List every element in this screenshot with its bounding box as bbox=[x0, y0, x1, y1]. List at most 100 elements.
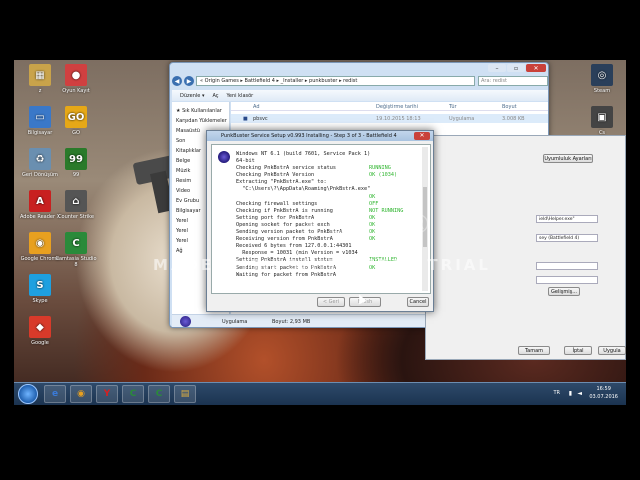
desktop-icon-glyph: ⌂ bbox=[65, 190, 87, 212]
sidebar-item[interactable]: Karşıdan Yüklemeler bbox=[172, 116, 229, 126]
table-row[interactable]: ■ pbsvc 19.10.2015 18:13 Uygulama 3.008 … bbox=[231, 114, 548, 123]
taskbar-button[interactable]: Y bbox=[96, 385, 118, 403]
log-line-status: OK (1034) bbox=[369, 172, 398, 179]
advanced-button[interactable]: Gelişmiş... bbox=[548, 287, 580, 296]
start-in-field[interactable]: sey (Battlefield 4) bbox=[536, 234, 598, 242]
cancel-setup-button[interactable]: Cancel bbox=[407, 297, 429, 307]
maximize-button[interactable]: ▫ bbox=[507, 64, 525, 72]
watermark-logo: ✕ Smith® bbox=[300, 210, 432, 240]
log-line-text: Received 6 bytes from 127.0.0.1:44301 bbox=[236, 243, 352, 250]
log-line-status: OFF bbox=[369, 200, 379, 207]
clock-date: 03.07.2016 bbox=[589, 394, 618, 400]
dropdown-field[interactable] bbox=[536, 262, 598, 270]
desktop-icon-label: Camtasia Studio 8 bbox=[55, 256, 97, 268]
taskbar-button[interactable]: e bbox=[44, 385, 66, 403]
desktop-icon[interactable]: 99 99 bbox=[54, 148, 98, 178]
clock[interactable]: 16:59 03.07.2016 bbox=[589, 385, 618, 401]
desktop-icon-glyph: ▣ bbox=[591, 106, 613, 128]
desktop-icon-glyph: GO bbox=[65, 106, 87, 128]
desktop-icon[interactable]: ◆ Google bbox=[18, 316, 62, 346]
ok-button[interactable]: Tamam bbox=[518, 346, 550, 355]
column-name[interactable]: Ad bbox=[253, 104, 260, 110]
log-line-text: Checking PnkBstrA service status bbox=[236, 165, 336, 172]
log-line-text: Checking firewall settings bbox=[236, 200, 318, 207]
log-line: Checking PnkBstrA service status RUNNING bbox=[236, 165, 416, 172]
desktop-icon-glyph: ◉ bbox=[29, 232, 51, 254]
log-line: Windows NT 6.1 (build 7601, Service Pack… bbox=[236, 151, 416, 158]
column-type[interactable]: Tür bbox=[449, 104, 457, 110]
punkbuster-logo bbox=[218, 151, 230, 163]
desktop-icon-glyph: ● bbox=[65, 64, 87, 86]
desktop-icon[interactable]: S Skype bbox=[18, 274, 62, 304]
desktop-icon-label: Oyun Kayıt bbox=[62, 88, 90, 94]
log-line-text: Windows NT 6.1 (build 7601, Service Pack… bbox=[236, 151, 371, 157]
desktop-icon[interactable]: ▣ Cs bbox=[580, 106, 624, 136]
desktop-icon[interactable]: ⌂ Counter Strike bbox=[54, 190, 98, 220]
network-icon[interactable]: ▮ bbox=[569, 390, 572, 397]
back-button[interactable]: < Geri bbox=[317, 297, 345, 307]
desktop-icon-glyph: A bbox=[29, 190, 51, 212]
details-size: Boyut: 2,93 MB bbox=[272, 319, 311, 325]
file-date: 19.10.2015 18:13 bbox=[376, 116, 421, 122]
taskbar: e ◉ Y C C ▤ TR ▮ ◄ 16:59 03.07.2016 bbox=[14, 382, 626, 405]
log-line-status: OK bbox=[369, 193, 376, 200]
letterbox-top bbox=[0, 0, 640, 60]
desktop-icon[interactable]: ◎ Steam bbox=[580, 64, 624, 94]
minimize-button[interactable]: – bbox=[488, 64, 506, 72]
sidebar-item[interactable]: ★ Sık Kullanılanlar bbox=[172, 106, 229, 116]
target-field[interactable]: ield\Helper.exe" bbox=[536, 215, 598, 223]
run-field[interactable] bbox=[536, 276, 598, 284]
file-name: pbsvc bbox=[253, 116, 268, 122]
log-line: "C:\Users\?\AppData\Roaming\PnkBstrA.exe… bbox=[236, 186, 416, 193]
desktop-icon-glyph: ▭ bbox=[29, 106, 51, 128]
close-button[interactable]: ✕ bbox=[526, 64, 546, 72]
compatibility-settings-tab[interactable]: Uyumluluk Ayarları bbox=[543, 154, 593, 163]
letterbox-bottom bbox=[0, 405, 640, 480]
address-bar[interactable]: « Origin Games ▸ Battlefield 4 ▸ _Instal… bbox=[196, 76, 475, 86]
column-headers: Ad Değiştirme tarihi Tür Boyut bbox=[231, 102, 548, 111]
setup-titlebar[interactable]: PunkBuster Service Setup v0.993 Installi… bbox=[207, 131, 433, 141]
setup-title: PunkBuster Service Setup v0.993 Installi… bbox=[221, 133, 397, 139]
desktop-icon-glyph: 99 bbox=[65, 148, 87, 170]
desktop-icon-glyph: ♻ bbox=[29, 148, 51, 170]
column-size[interactable]: Boyut bbox=[502, 104, 517, 110]
close-icon[interactable]: ✕ bbox=[414, 132, 430, 140]
taskbar-button[interactable]: C bbox=[148, 385, 170, 403]
desktop-icon-glyph: ◆ bbox=[29, 316, 51, 338]
properties-window[interactable]: Uyumluluk Ayarları ield\Helper.exe" sey … bbox=[425, 135, 626, 360]
desktop-icon-label: 99 bbox=[72, 172, 80, 178]
language-indicator[interactable]: TR bbox=[553, 390, 560, 396]
desktop-icon[interactable]: C Camtasia Studio 8 bbox=[54, 232, 98, 268]
start-button[interactable] bbox=[18, 384, 38, 404]
column-date[interactable]: Değiştirme tarihi bbox=[376, 104, 418, 110]
cancel-button[interactable]: İptal bbox=[564, 346, 592, 355]
taskbar-button[interactable]: C bbox=[122, 385, 144, 403]
watermark-text: MADE WITH SMITH FREE TRIAL bbox=[153, 256, 491, 274]
forward-arrow-icon[interactable]: ▶ bbox=[184, 76, 194, 86]
desktop-icon-label: Google bbox=[31, 340, 49, 346]
explorer-toolbar: Düzenle ▾ Aç Yeni klasör bbox=[172, 90, 548, 101]
organize-menu[interactable]: Düzenle ▾ bbox=[180, 93, 204, 99]
file-icon: ■ bbox=[243, 116, 248, 122]
apply-button[interactable]: Uygula bbox=[598, 346, 626, 355]
desktop-icon[interactable]: GO GO bbox=[54, 106, 98, 136]
taskbar-button[interactable]: ◉ bbox=[70, 385, 92, 403]
open-button[interactable]: Aç bbox=[212, 93, 218, 99]
punkbuster-icon bbox=[180, 316, 191, 327]
file-type: Uygulama bbox=[449, 116, 475, 122]
taskbar-button[interactable]: ▤ bbox=[174, 385, 196, 403]
volume-icon[interactable]: ◄ bbox=[577, 390, 582, 397]
desktop-icon-glyph: ▦ bbox=[29, 64, 51, 86]
log-line: Checking PnkBstrA Version OK (1034) bbox=[236, 172, 416, 179]
clock-time: 16:59 bbox=[596, 386, 611, 392]
log-line: Checking firewall settings OFF bbox=[236, 201, 416, 208]
log-line-text: Checking PnkBstrA Version bbox=[236, 172, 315, 179]
log-line-text: "C:\Users\?\AppData\Roaming\PnkBstrA.exe… bbox=[236, 186, 371, 193]
screen: ▦ z ● Oyun Kayıt ▭ Bilgisayar GO GO ♻ Geri Dönüşü… bbox=[0, 0, 640, 480]
back-arrow-icon[interactable]: ◀ bbox=[172, 76, 182, 86]
desktop-icon-label: Steam bbox=[593, 88, 611, 94]
search-input[interactable]: Ara: redist bbox=[478, 76, 548, 86]
desktop-icon[interactable]: ● Oyun Kayıt bbox=[54, 64, 98, 94]
new-folder-button[interactable]: Yeni klasör bbox=[227, 93, 254, 99]
log-line-text: 64-bit bbox=[236, 158, 255, 165]
